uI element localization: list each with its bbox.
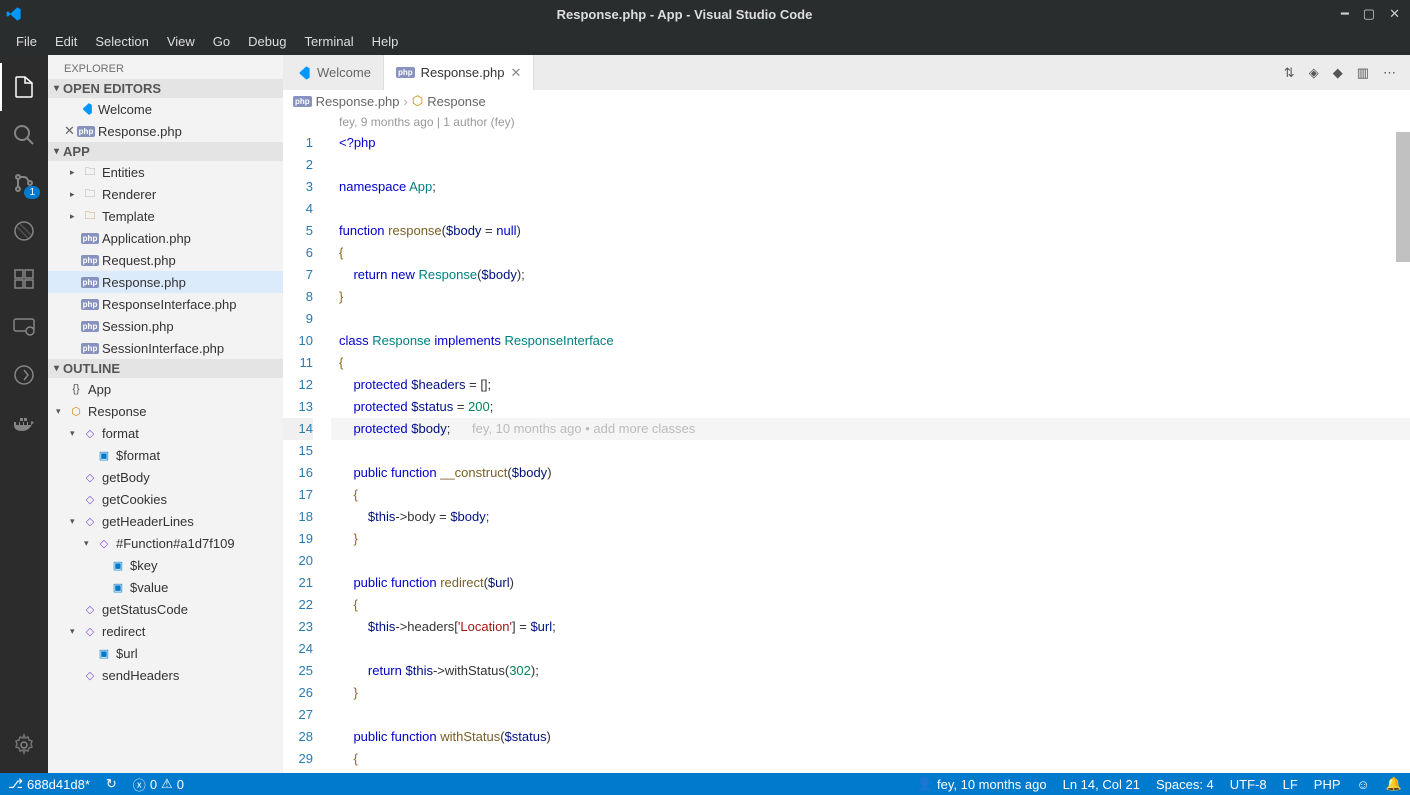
activity-scm-icon[interactable]: 1 [0,159,48,207]
activity-settings-icon[interactable] [0,725,48,773]
window-title: Response.php - App - Visual Studio Code [28,7,1341,22]
breadcrumb[interactable]: php Response.php › ⬡ Response [283,90,1410,112]
activity-explorer-icon[interactable] [0,63,48,111]
outline-item[interactable]: ▣$value [48,576,283,598]
outline-item[interactable]: ▾◇redirect [48,620,283,642]
outline-item[interactable]: ▾◇format [48,422,283,444]
more-actions-icon[interactable]: ⋯ [1383,65,1396,81]
tab-welcome[interactable]: Welcome [283,55,384,90]
status-problems[interactable]: ⓧ 0 ⚠ 0 [125,775,192,794]
vertical-scrollbar[interactable] [1396,132,1410,262]
code-area[interactable]: <?php namespace App; function response($… [331,132,1410,773]
file-tree-item[interactable]: ▸🗀Template [48,205,283,227]
editor: Welcome phpResponse.php✕ ⇅ ◈ ◆ ▥ ⋯ php R… [283,55,1410,773]
open-editor-item[interactable]: ✕phpResponse.php [48,120,283,142]
menu-edit[interactable]: Edit [47,30,85,53]
activity-docker-icon[interactable] [0,399,48,447]
status-eol[interactable]: LF [1275,776,1306,792]
outline-item[interactable]: ◇getStatusCode [48,598,283,620]
status-indentation[interactable]: Spaces: 4 [1148,776,1222,792]
close-icon[interactable]: ✕ [1389,6,1400,22]
section-outline[interactable]: ▾OUTLINE [48,359,283,378]
menu-help[interactable]: Help [364,30,407,53]
outline-item[interactable]: ◇getBody [48,466,283,488]
menubar: File Edit Selection View Go Debug Termin… [0,28,1410,55]
section-app[interactable]: ▾APP [48,142,283,161]
file-tree-item[interactable]: ▸🗀Renderer [48,183,283,205]
file-tree-item[interactable]: phpResponse.php [48,271,283,293]
scm-badge: 1 [24,186,40,199]
outline-item[interactable]: ▾◇#Function#a1d7f109 [48,532,283,554]
status-notifications-icon[interactable]: 🔔 [1378,776,1410,792]
status-feedback-icon[interactable]: ☺ [1349,776,1378,792]
status-encoding[interactable]: UTF-8 [1222,776,1275,792]
split-editor-icon[interactable]: ▥ [1357,65,1369,81]
activity-search-icon[interactable] [0,111,48,159]
outline-item[interactable]: ◇getCookies [48,488,283,510]
compare-changes-icon[interactable]: ⇅ [1284,65,1295,81]
run-icon[interactable]: ◆ [1333,65,1343,81]
menu-go[interactable]: Go [205,30,238,53]
menu-file[interactable]: File [8,30,45,53]
outline-item[interactable]: {}App [48,378,283,400]
section-open-editors[interactable]: ▾OPEN EDITORS [48,79,283,98]
file-tree-item[interactable]: phpSession.php [48,315,283,337]
activity-extensions-icon[interactable] [0,255,48,303]
file-tree-item[interactable]: phpSessionInterface.php [48,337,283,359]
preview-icon[interactable]: ◈ [1309,65,1319,81]
tab-close-icon[interactable]: ✕ [510,65,521,81]
sidebar-title: EXPLORER [48,55,283,79]
menu-selection[interactable]: Selection [87,30,156,53]
status-cursor-pos[interactable]: Ln 14, Col 21 [1055,776,1148,792]
menu-debug[interactable]: Debug [240,30,294,53]
file-tree-item[interactable]: phpApplication.php [48,227,283,249]
status-sync[interactable]: ↻ [98,776,125,792]
menu-terminal[interactable]: Terminal [296,30,361,53]
activity-bar: 1 [0,55,48,773]
status-branch[interactable]: ⎇ 688d41d8* [0,776,98,792]
outline-item[interactable]: ▾⬡Response [48,400,283,422]
blame-annotation: fey, 9 months ago | 1 author (fey) [283,112,1410,132]
activity-liveshare-icon[interactable] [0,351,48,399]
status-language[interactable]: PHP [1306,776,1349,792]
tab-response-php[interactable]: phpResponse.php✕ [384,55,534,90]
outline-item[interactable]: ▣$url [48,642,283,664]
line-number-gutter[interactable]: 1234567891011121314151617181920212223242… [283,132,331,773]
outline-item[interactable]: ◇sendHeaders [48,664,283,686]
file-tree-item[interactable]: ▸🗀Entities [48,161,283,183]
status-blame[interactable]: 👤 fey, 10 months ago [909,776,1055,792]
maximize-icon[interactable]: ▢ [1363,6,1375,22]
outline-item[interactable]: ▣$key [48,554,283,576]
file-tree-item[interactable]: phpRequest.php [48,249,283,271]
vscode-icon [0,6,28,22]
open-editor-item[interactable]: Welcome [48,98,283,120]
minimize-icon[interactable]: ━ [1341,6,1349,22]
outline-item[interactable]: ▣$format [48,444,283,466]
activity-remote-icon[interactable] [0,303,48,351]
file-tree-item[interactable]: phpResponseInterface.php [48,293,283,315]
sidebar: EXPLORER ▾OPEN EDITORS Welcome✕phpRespon… [48,55,283,773]
titlebar: Response.php - App - Visual Studio Code … [0,0,1410,28]
activity-debug-icon[interactable] [0,207,48,255]
outline-item[interactable]: ▾◇getHeaderLines [48,510,283,532]
menu-view[interactable]: View [159,30,203,53]
statusbar: ⎇ 688d41d8* ↻ ⓧ 0 ⚠ 0 👤 fey, 10 months a… [0,773,1410,795]
tabs: Welcome phpResponse.php✕ ⇅ ◈ ◆ ▥ ⋯ [283,55,1410,90]
